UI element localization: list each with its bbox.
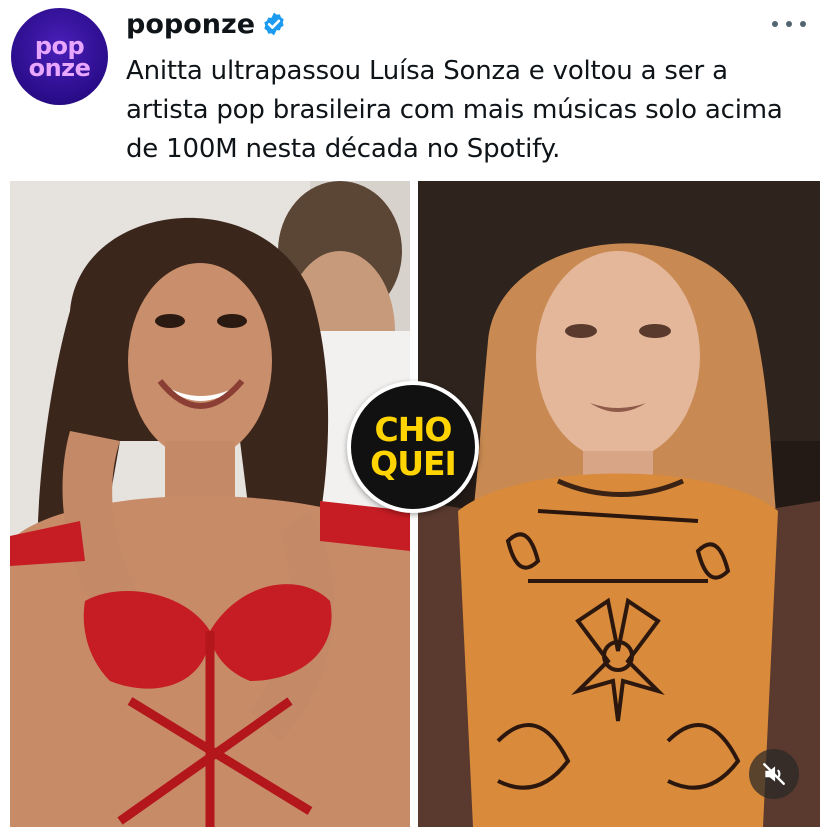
avatar-text-bottom: onze: [28, 53, 91, 82]
muted-speaker-icon: [763, 763, 785, 785]
photo-left[interactable]: [10, 181, 410, 827]
choquei-logo-badge: CHO QUEI: [347, 381, 479, 513]
more-horizontal-icon: [772, 21, 778, 27]
badge-text-top: CHO: [374, 410, 453, 449]
post-text: Anitta ultrapassou Luísa Sonza e voltou …: [126, 56, 783, 164]
badge-text-bottom: QUEI: [370, 444, 457, 483]
mute-button[interactable]: [749, 749, 799, 799]
more-options-button[interactable]: [772, 14, 806, 34]
username-row: poponze: [126, 6, 287, 42]
more-dot: [786, 21, 792, 27]
photo-right-illustration: [418, 181, 820, 827]
username[interactable]: poponze: [126, 9, 255, 40]
verified-badge-icon: [264, 12, 284, 36]
photo-left-illustration: [10, 181, 410, 827]
photo-right[interactable]: [418, 181, 820, 827]
avatar[interactable]: pop onze: [11, 8, 108, 105]
post-header: pop onze poponze Anitta ultrapassou Luís…: [0, 0, 828, 180]
more-dot: [800, 21, 806, 27]
